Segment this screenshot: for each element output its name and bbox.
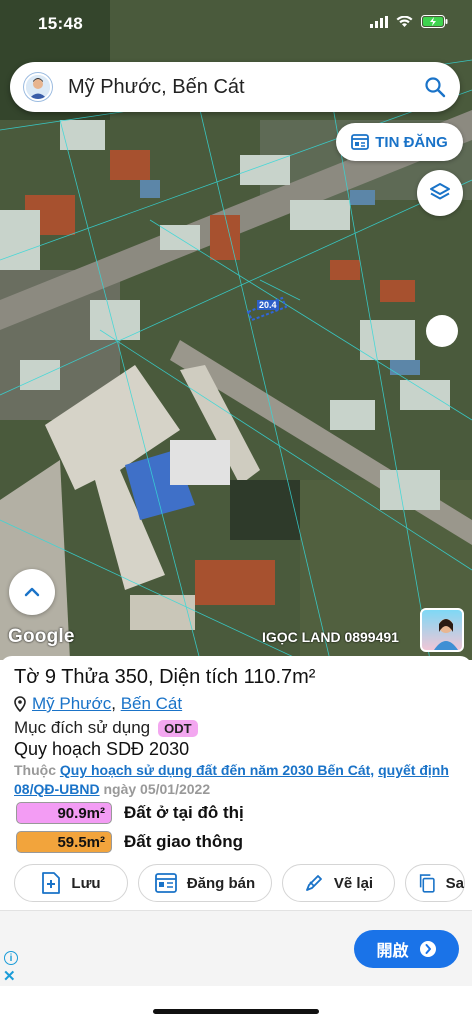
redraw-label: Vẽ lại [333,874,374,892]
wifi-icon [396,15,413,27]
area-label: Đất ở tại đô thị [124,803,244,822]
layers-button[interactable] [417,170,463,216]
agent-thumbnail[interactable] [420,608,464,652]
parcel-dimension-label: 20.4 [257,300,279,310]
expand-up-button[interactable] [9,569,55,615]
copy-icon [419,874,435,893]
purpose-code-badge: ODT [158,719,198,737]
status-bar: 15:48 [0,0,472,48]
decision-date: ngày 05/01/2022 [103,781,211,797]
area-row-traffic: 59.5m² Đất giao thông [16,831,243,853]
purpose-label: Mục đích sử dụng [14,718,151,737]
search-icon[interactable] [424,76,446,98]
area-value-badge: 90.9m² [16,802,112,824]
ad-open-label: 開啟 [376,943,409,960]
post-sale-label: Đăng bán [186,874,256,892]
plan-link[interactable]: Quy hoạch sử dụng đất đến năm 2030 Bến C… [60,762,374,778]
purpose-row: Mục đích sử dụng ODT [14,718,198,738]
user-avatar-icon [26,75,50,99]
battery-charging-icon [421,15,448,28]
area-label: Đất giao thông [124,832,243,851]
action-bar: Lưu Đăng bán Vẽ lại Sa [14,864,465,902]
parcel-title: Tờ 9 Thửa 350, Diện tích 110.7m² [14,666,316,688]
location-row: Mỹ Phước, Bến Cát [14,694,182,714]
save-label: Lưu [71,874,101,892]
save-button[interactable]: Lưu [14,864,128,902]
ad-close-icon[interactable]: ✕ [3,967,16,985]
google-logo: Google [8,626,75,647]
listing-icon [351,134,370,150]
copy-label: Sa [445,874,464,892]
agency-watermark: IGỌC LAND 0899491 [262,629,399,645]
listing-icon [154,873,177,893]
save-plus-icon [42,872,61,894]
ward-link[interactable]: Mỹ Phước [32,694,111,713]
layers-icon [430,183,450,200]
redraw-icon [305,875,322,891]
map-handle[interactable] [426,315,458,347]
district-link[interactable]: Bến Cát [121,694,182,713]
ad-banner[interactable]: i ✕ 開啟 [0,910,472,986]
post-sale-button[interactable]: Đăng bán [138,864,272,902]
ad-info-icon[interactable]: i [4,951,18,965]
search-bar[interactable]: Mỹ Phước, Bến Cát [10,62,460,112]
agent-photo-icon [434,619,458,650]
avatar[interactable] [24,73,52,101]
area-row-residential: 90.9m² Đất ở tại đô thị [16,802,244,824]
copy-button[interactable]: Sa [405,864,465,902]
signal-icon [370,15,388,28]
parcel-info-panel: Tờ 9 Thửa 350, Diện tích 110.7m² Mỹ Phướ… [0,656,472,910]
redraw-button[interactable]: Vẽ lại [282,864,395,902]
post-listing-label: TIN ĐĂNG [375,133,448,151]
plan-heading: Quy hoạch SDĐ 2030 [14,739,190,759]
post-listing-button[interactable]: TIN ĐĂNG [336,123,463,161]
satellite-map[interactable]: 15:48 Mỹ Phước, Bến Cát TIN ĐĂNG 20.4 Go… [0,0,472,660]
search-input[interactable]: Mỹ Phước, Bến Cát [68,76,424,99]
plan-source-prefix: Thuộc [14,762,56,778]
home-indicator[interactable] [153,1009,319,1014]
status-time: 15:48 [38,14,83,33]
location-separator: , [111,694,116,713]
chevron-up-icon [24,587,40,597]
status-icons [370,15,448,28]
ad-open-button[interactable]: 開啟 [354,930,459,968]
location-pin-icon [14,696,26,712]
plan-source: Thuộc Quy hoạch sử dụng đất đến năm 2030… [14,761,464,799]
arrow-circle-right-icon [419,941,436,957]
area-value-badge: 59.5m² [16,831,112,853]
